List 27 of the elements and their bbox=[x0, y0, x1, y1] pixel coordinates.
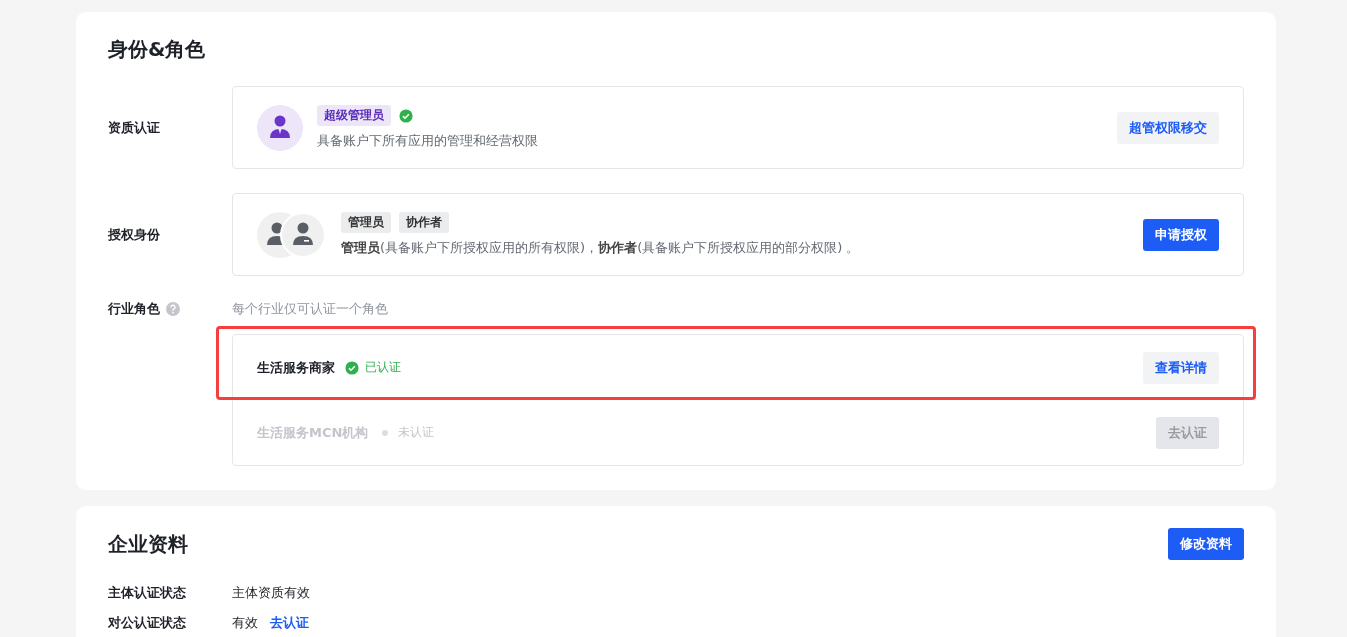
hint-text: 每个行业仅可认证一个角色 bbox=[232, 300, 389, 318]
section-title: 企业资料 bbox=[108, 531, 188, 558]
row-label: 资质认证 bbox=[108, 118, 161, 137]
user-avatar-icon bbox=[257, 104, 303, 151]
role-name: 生活服务商家 bbox=[257, 358, 335, 377]
verify-link[interactable]: 去认证 bbox=[270, 614, 309, 632]
role-button[interactable]: 查看详情 bbox=[1143, 351, 1219, 384]
edit-button[interactable]: 修改资料 bbox=[1168, 528, 1244, 560]
status-text: 未认证 bbox=[398, 424, 436, 441]
role-tag: 超级管理员 bbox=[317, 105, 391, 126]
row-label: 授权身份 bbox=[108, 225, 161, 244]
field-value: 有效 bbox=[232, 614, 258, 632]
apply-button[interactable]: 申请授权 bbox=[1143, 218, 1219, 251]
description-text: 管理员(具备账户下所授权应用的所有权限)，协作者(具备账户下所授权应用的部分权限) 。 bbox=[341, 239, 861, 257]
transfer-button[interactable]: 超管权限移交 bbox=[1117, 111, 1219, 144]
status-text: 已认证 bbox=[365, 359, 402, 376]
help-icon[interactable] bbox=[166, 302, 180, 316]
field-label: 对公认证状态 bbox=[108, 614, 187, 632]
user-avatars-icon bbox=[257, 211, 327, 258]
role-tag: 协作者 bbox=[399, 212, 449, 233]
role-tag: 管理员 bbox=[341, 212, 391, 233]
section-title: 身份&角色 bbox=[108, 36, 207, 63]
field-value: 主体资质有效 bbox=[232, 584, 310, 602]
row-label: 行业角色 bbox=[108, 300, 160, 318]
field-label: 主体认证状态 bbox=[108, 584, 187, 602]
description-text: 具备账户下所有应用的管理和经营权限 bbox=[317, 132, 539, 150]
role-name: 生活服务MCN机构 bbox=[257, 423, 369, 442]
